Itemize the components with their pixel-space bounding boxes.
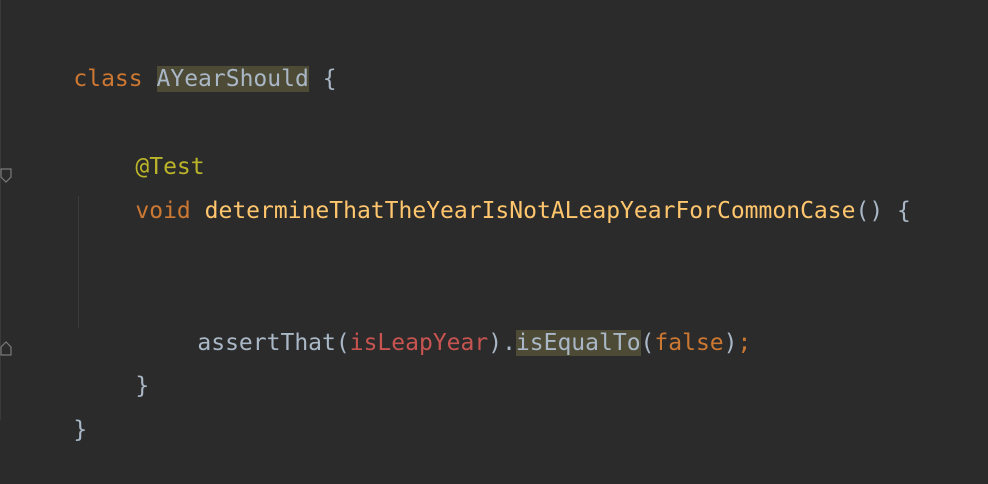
code-line-method-declaration[interactable]: void determineThatTheYearIsNotALeapYearF… [80,157,911,224]
paren: ) [723,330,738,356]
code-line-assertion[interactable]: assertThat(isLeapYear).isEqualTo(false); [142,289,751,356]
fold-open-icon[interactable] [0,168,12,184]
paren-dot: ). [488,330,516,356]
method-name[interactable]: determineThatTheYearIsNotALeapYearForCom… [205,198,856,224]
paren: ( [335,330,350,356]
code-line-method-close[interactable]: } [80,332,149,399]
chained-call-highlighted[interactable]: isEqualTo [515,330,641,356]
method-parens: () [855,198,884,224]
keyword-class: class [73,66,143,92]
code-line-annotation[interactable]: @Test [80,113,204,180]
code-editor[interactable]: class AYearShould { @Test void determine… [0,0,988,443]
gutter-border [0,0,1,420]
class-close-brace: } [73,417,88,443]
assert-call[interactable]: assertThat [197,330,335,356]
method-open-brace: { [897,198,911,224]
keyword-void: void [135,198,191,224]
method-close-brace: } [135,373,150,399]
class-name-highlighted[interactable]: AYearShould [156,66,309,92]
code-line-class-declaration[interactable]: class AYearShould { [18,25,337,92]
open-brace: { [322,66,337,92]
literal-false: false [654,330,724,356]
indent-guide [78,196,79,328]
variable-isleapyear[interactable]: isLeapYear [350,330,488,356]
fold-close-icon[interactable] [0,340,12,356]
paren: ( [640,330,655,356]
semicolon: ; [737,330,752,356]
code-line-class-close[interactable]: } [18,376,87,443]
